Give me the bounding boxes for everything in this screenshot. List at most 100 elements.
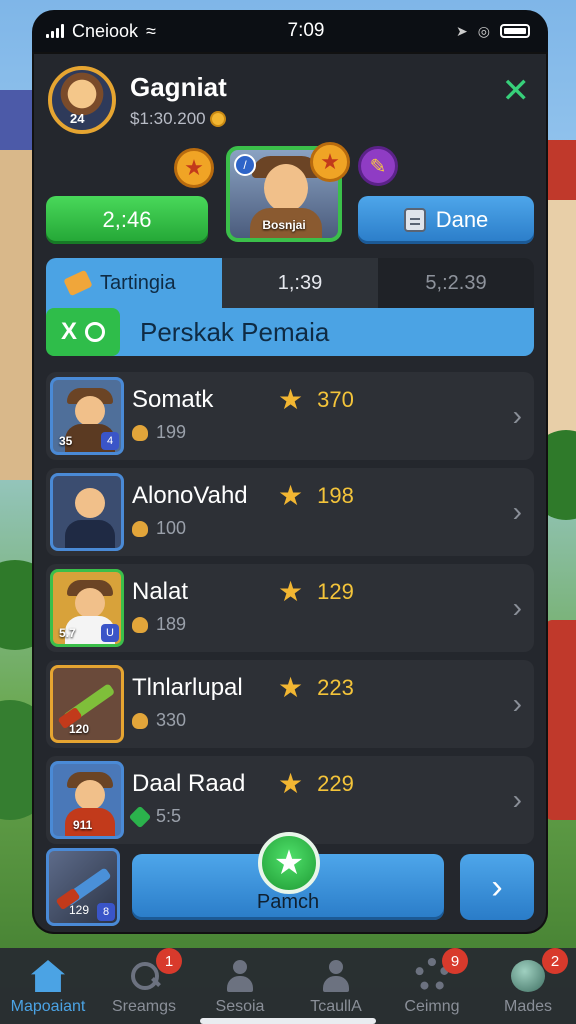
row-thumbnail: 5.7 U [50, 569, 124, 647]
clock: 7:09 [287, 20, 325, 41]
row-score: ★ 223 [278, 672, 354, 703]
location-icon: ➤ [456, 22, 468, 39]
row-thumbnail: 35 4 [50, 377, 124, 455]
player-coins: $1:30.200 [130, 109, 227, 129]
selected-item-thumbnail[interactable]: 129 8 [46, 848, 120, 926]
row-score: ★ 198 [278, 480, 354, 511]
row-name: Tlnlarlupal [132, 674, 243, 701]
player-name: Gagniat [130, 71, 227, 102]
value-button[interactable]: 2,:46 [46, 196, 208, 244]
star-icon: ★ [278, 480, 304, 511]
list-item[interactable]: 120 Tlnlarlupal 330 ★ 223 › [46, 660, 534, 748]
pencil-badge-icon[interactable]: ✎ [358, 146, 398, 186]
nav-item-modes[interactable]: 2 Mades [480, 948, 576, 1024]
nav-item-friends[interactable]: TcaullA [288, 948, 384, 1024]
main-panel: 24 Gagniat $1:30.200 ✕ ★ / Bosnjai ★ ✎ 2… [32, 52, 548, 934]
carrier-name: Cneiook [72, 20, 139, 41]
done-label: Dane [435, 207, 489, 232]
done-button[interactable]: Dane [358, 196, 534, 244]
list-item[interactable]: AlonoVahd 100 ★ 198 › [46, 468, 534, 556]
row-sub: 100 [132, 518, 186, 539]
nav-item-search[interactable]: 1 Sreamgs [96, 948, 192, 1024]
bottom-action-bar: 129 8 Pamch ★ › [46, 832, 534, 928]
pencil-icon [63, 269, 93, 297]
nav-label: TcaullA [310, 998, 362, 1015]
tab-label: 5,:2.39 [425, 271, 487, 294]
star-icon: ★ [278, 384, 304, 415]
nav-item-map[interactable]: Mapoaiant [0, 948, 96, 1024]
star-icon: ★ [278, 672, 304, 703]
row-sub: 199 [132, 422, 186, 443]
banner-title: Perskak Pemaia [140, 316, 330, 347]
chevron-right-icon[interactable]: › [513, 496, 522, 528]
row-thumbnail: 911 [50, 761, 124, 839]
row-thumbnail: 120 [50, 665, 124, 743]
star-icon: ★ [278, 576, 304, 607]
signal-icon [46, 24, 64, 38]
background-house [546, 620, 576, 820]
alarm-icon: ◎ [477, 22, 490, 39]
tab-second[interactable]: 1,:39 [222, 258, 378, 308]
bottom-nav: Mapoaiant 1 Sreamgs Sesoia TcaullA 9 Cei… [0, 948, 576, 1024]
star-badge-icon[interactable]: ★ [310, 142, 350, 182]
list-item[interactable]: 5.7 U Nalat 189 ★ 129 › [46, 564, 534, 652]
row-score: ★ 129 [278, 576, 354, 607]
close-icon[interactable]: ✕ [502, 74, 531, 108]
info-icon: / [234, 154, 256, 176]
list-item[interactable]: 911 Daal Raad 5:5 ★ 229 › [46, 756, 534, 844]
globe-icon [511, 960, 545, 992]
nav-label: Ceimng [404, 998, 460, 1015]
star-fab-icon[interactable]: ★ [258, 832, 320, 894]
profile-header: 24 Gagniat $1:30.200 [48, 66, 227, 134]
ring-icon [85, 322, 105, 342]
star-icon: ★ [278, 768, 304, 799]
heart-icon [132, 616, 148, 633]
nav-item-settings[interactable]: 9 Ceimng [384, 948, 480, 1024]
row-thumbnail [50, 473, 124, 551]
row-score: ★ 229 [278, 768, 354, 799]
chevron-right-icon[interactable]: › [513, 592, 522, 624]
row-name: Somatk [132, 386, 214, 413]
row-sub: 5:5 [128, 805, 181, 828]
list-item[interactable]: 35 4 Somatk 199 ★ 370 › [46, 372, 534, 460]
home-icon [31, 960, 65, 992]
pamch-label: Pamch [256, 891, 320, 913]
person-icon [223, 960, 257, 992]
hero-label: Bosnjai [262, 218, 306, 232]
tab-label: Tartingia [100, 271, 176, 294]
tab-third[interactable]: 5,:2.39 [378, 258, 534, 308]
home-indicator[interactable] [200, 1018, 376, 1024]
nav-label: Sesoia [215, 998, 265, 1015]
heart-icon [132, 520, 148, 537]
section-banner: X Perskak Pemaia [46, 308, 534, 356]
nav-item-profile[interactable]: Sesoia [192, 948, 288, 1024]
status-bar: Cneiook ≈ 7:09 ➤ ◎ [32, 10, 548, 52]
notification-badge: 9 [442, 948, 468, 974]
gem-icon [128, 805, 152, 828]
chevron-right-icon[interactable]: › [513, 688, 522, 720]
notification-badge: 2 [542, 948, 568, 974]
heart-icon [132, 712, 148, 729]
document-icon [403, 208, 426, 232]
heart-icon [132, 424, 148, 441]
row-name: Daal Raad [132, 770, 246, 797]
wifi-icon: ≈ [146, 20, 156, 41]
nav-label: Sreamgs [111, 998, 177, 1015]
banner-toggle[interactable]: X [46, 308, 120, 356]
star-badge-icon[interactable]: ★ [174, 148, 214, 188]
chevron-right-icon[interactable]: › [513, 784, 522, 816]
avatar[interactable]: 24 [48, 66, 116, 134]
chevron-right-icon[interactable]: › [513, 400, 522, 432]
tab-tartingia[interactable]: Tartingia [46, 258, 222, 308]
coin-icon [209, 110, 226, 127]
chevron-right-icon: › [491, 867, 503, 906]
tab-bar: Tartingia 1,:39 5,:2.39 [46, 258, 534, 308]
person-icon [319, 960, 353, 992]
row-sub: 189 [132, 614, 186, 635]
next-button[interactable]: › [460, 854, 534, 920]
avatar-level: 24 [70, 111, 85, 126]
coin-amount: $1:30.200 [130, 108, 206, 128]
notification-badge: 1 [156, 948, 182, 974]
tab-label: 1,:39 [277, 271, 323, 294]
hero-face [264, 164, 308, 212]
